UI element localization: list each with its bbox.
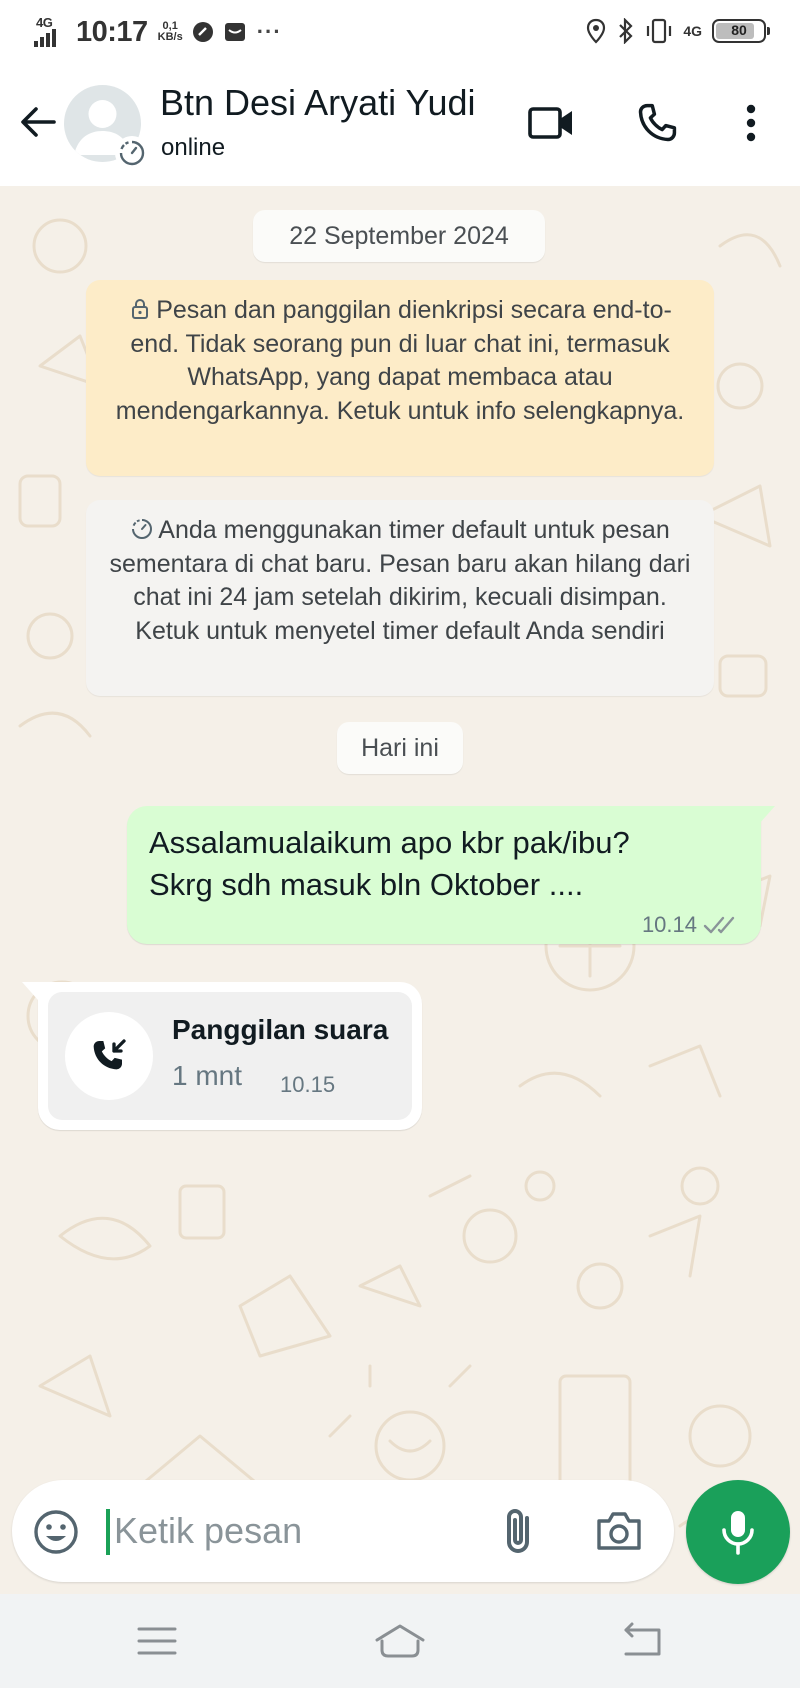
disappearing-timer-badge — [115, 136, 149, 170]
timer-icon — [119, 140, 145, 166]
call-duration: 1 mnt — [172, 1060, 243, 1091]
message-composer — [12, 1480, 674, 1582]
camera-icon[interactable] — [594, 1508, 644, 1554]
message-time: 10.14 — [641, 912, 697, 937]
whatsapp-chat-screen: 4G 10:17 0,1 KB/s ··· 4G 80 Btn Desi Ary… — [0, 0, 800, 1688]
phone-icon — [638, 103, 677, 142]
voice-call-button[interactable] — [630, 96, 684, 150]
chat-header: Btn Desi Aryati Yudi online — [0, 62, 800, 186]
network-speed: 0,1 KB/s — [158, 21, 183, 43]
vibrate-icon — [647, 18, 672, 44]
chat-area[interactable]: 22 September 2024 Pesan dan panggilan di… — [0, 186, 800, 1594]
menu-nav-icon[interactable] — [130, 1620, 184, 1662]
call-icon-circle — [65, 1012, 153, 1100]
date-chip: 22 September 2024 — [253, 210, 545, 262]
signal-icon: 4G — [34, 15, 68, 47]
contact-name[interactable]: Btn Desi Aryati Yudi — [160, 82, 476, 124]
microphone-icon — [722, 1511, 754, 1555]
attach-icon[interactable] — [494, 1506, 542, 1558]
message-line: Assalamualaikum apo kbr pak/ibu? — [149, 825, 630, 860]
speed-unit: KB/s — [157, 31, 183, 43]
more-vert-icon — [746, 104, 756, 142]
encryption-notice-text: Pesan dan panggilan dienkripsi secara en… — [115, 296, 685, 425]
system-navigation-bar — [0, 1594, 800, 1688]
more-options-button[interactable] — [724, 96, 778, 150]
outgoing-message[interactable]: Assalamualaikum apo kbr pak/ibu? Skrg sd… — [127, 806, 775, 944]
clock: 10:17 — [76, 15, 148, 48]
home-nav-icon[interactable] — [373, 1620, 427, 1662]
double-check-icon — [703, 916, 735, 934]
status-bar: 4G 10:17 0,1 KB/s ··· 4G 80 — [0, 0, 800, 62]
battery-icon: 80 — [712, 19, 770, 43]
bubble-tail — [22, 982, 38, 1000]
today-chip: Hari ini — [337, 722, 463, 774]
contact-status: online — [161, 134, 226, 161]
lock-icon — [132, 299, 149, 319]
back-arrow-icon[interactable] — [16, 100, 60, 144]
mail-notification-icon — [224, 23, 245, 41]
text-cursor — [106, 1509, 110, 1555]
status-right: 4G 80 — [585, 14, 770, 48]
mobile-data-label: 4G — [683, 23, 702, 39]
message-line: Skrg sdh masuk bln Oktober .... — [149, 867, 584, 902]
bluetooth-icon — [619, 18, 633, 44]
back-nav-icon[interactable] — [616, 1620, 670, 1662]
message-text: Assalamualaikum apo kbr pak/ibu? Skrg sd… — [149, 822, 630, 906]
voice-message-button[interactable] — [686, 1480, 790, 1584]
location-icon — [587, 18, 606, 44]
disappearing-messages-notice[interactable]: Anda menggunakan timer default untuk pes… — [86, 500, 714, 696]
disappearing-notice-text: Anda menggunakan timer default untuk pes… — [109, 516, 691, 645]
emoji-icon[interactable] — [32, 1508, 80, 1556]
app-notification-icon — [192, 22, 213, 42]
timer-icon — [132, 519, 153, 539]
status-left: 4G 10:17 0,1 KB/s ··· — [34, 10, 282, 54]
video-camera-icon — [528, 107, 572, 139]
call-title: Panggilan suara — [172, 1014, 389, 1045]
more-notifications-icon: ··· — [256, 19, 282, 44]
incoming-call-icon — [93, 1039, 126, 1070]
bubble-tail — [759, 806, 775, 824]
message-meta: 10.14 — [642, 912, 741, 938]
message-input[interactable] — [114, 1502, 464, 1560]
call-time: 10.15 — [280, 1072, 336, 1097]
call-card[interactable]: Panggilan suara 1 mnt 10.15 — [48, 992, 412, 1120]
network-type-label: 4G — [36, 15, 53, 30]
encryption-notice[interactable]: Pesan dan panggilan dienkripsi secara en… — [86, 280, 714, 476]
incoming-call-message[interactable]: Panggilan suara 1 mnt 10.15 — [22, 982, 422, 1130]
video-call-button[interactable] — [524, 96, 578, 150]
battery-level: 80 — [731, 22, 747, 38]
